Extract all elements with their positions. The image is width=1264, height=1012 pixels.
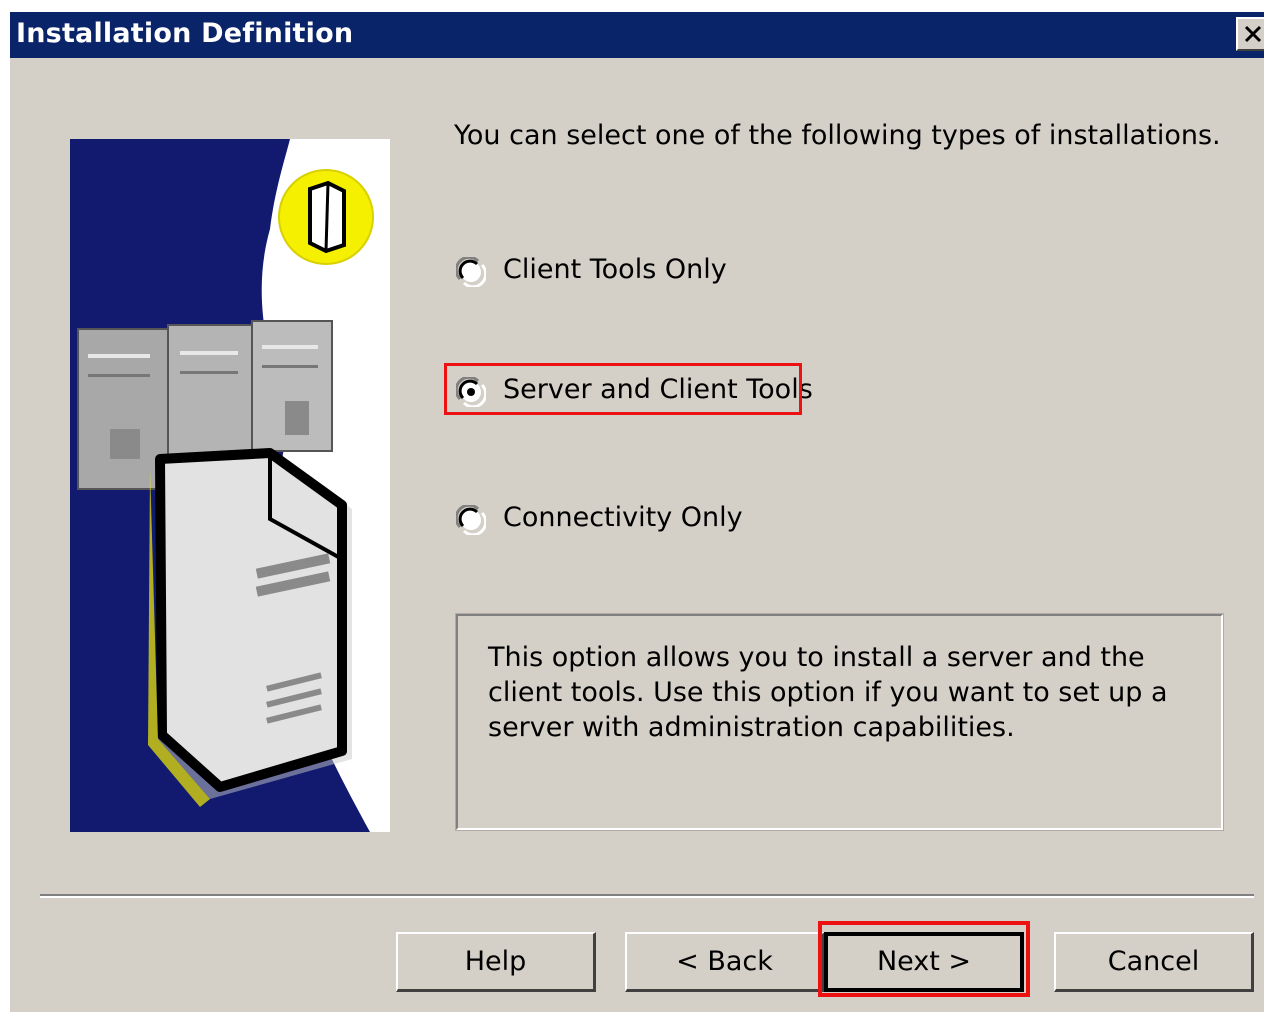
option-description-box: This option allows you to install a serv… <box>455 613 1224 831</box>
button-separator <box>40 894 1254 898</box>
selected-option-highlight <box>444 363 802 415</box>
window-title: Installation Definition <box>16 18 354 49</box>
installation-type-prompt: You can select one of the following type… <box>454 120 1221 151</box>
installation-definition-dialog: Installation Definition You can select o… <box>10 12 1264 1012</box>
next-button-highlight <box>818 921 1030 997</box>
help-button[interactable]: Help <box>396 932 596 992</box>
server-illustration <box>70 139 390 832</box>
title-bar: Installation Definition <box>10 12 1264 58</box>
cancel-button[interactable]: Cancel <box>1054 932 1254 992</box>
option-label: Connectivity Only <box>503 502 743 533</box>
back-button[interactable]: < Back <box>625 932 825 992</box>
close-icon <box>1244 25 1262 43</box>
radio-button-icon[interactable] <box>456 505 486 535</box>
option-label: Client Tools Only <box>503 254 727 285</box>
option-description: This option allows you to install a serv… <box>488 642 1168 743</box>
close-button[interactable] <box>1236 17 1264 51</box>
radio-button-icon[interactable] <box>456 257 486 287</box>
